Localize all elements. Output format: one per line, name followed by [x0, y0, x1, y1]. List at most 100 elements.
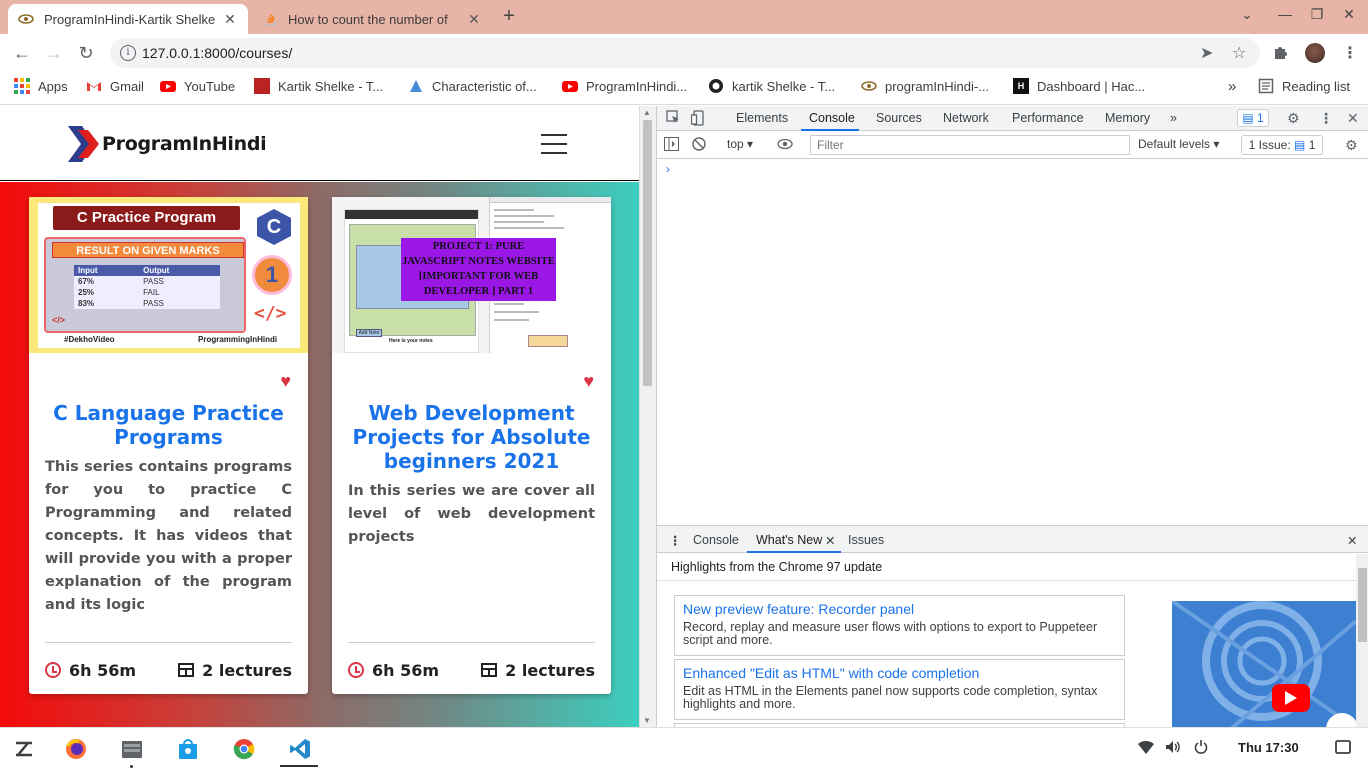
logo-chevron-icon[interactable]	[68, 126, 102, 162]
whats-new-item-title[interactable]: Enhanced "Edit as HTML" with code comple…	[683, 665, 979, 681]
close-devtools-icon[interactable]: ✕	[1347, 110, 1359, 127]
tab-console[interactable]: Console	[809, 111, 855, 125]
power-icon[interactable]	[1194, 740, 1208, 758]
reload-icon[interactable]: ↻	[75, 42, 97, 64]
bookmark-programinhindi[interactable]: programInHindi-...	[861, 78, 989, 94]
system-clock[interactable]: Thu 17:30	[1238, 740, 1299, 755]
tab-search-chevron-icon[interactable]: ⌄	[1236, 6, 1258, 23]
drawer-scrollbar[interactable]	[1356, 554, 1368, 728]
bookmark-gmail[interactable]: Gmail	[86, 78, 144, 94]
drawer-tab-whats-new[interactable]: What's New	[756, 533, 822, 547]
log-levels-select[interactable]: Default levels ▾	[1138, 137, 1219, 151]
tab-sources[interactable]: Sources	[876, 111, 922, 125]
drawer-tab-console[interactable]: Console	[693, 533, 739, 547]
bookmark-youtube[interactable]: YouTube	[160, 78, 235, 94]
console-filter-input[interactable]	[810, 135, 1130, 155]
address-bar[interactable]: i 127.0.0.1:8000/courses/ ➤ ☆	[110, 38, 1260, 68]
favorite-heart-icon[interactable]: ♥	[280, 371, 291, 392]
volume-icon[interactable]	[1165, 740, 1181, 758]
drawer-tab-issues[interactable]: Issues	[848, 533, 884, 547]
close-window-button[interactable]: ✕	[1338, 6, 1360, 23]
settings-gear-icon[interactable]: ⚙	[1287, 110, 1300, 127]
bookmark-favicon-icon	[408, 78, 424, 94]
issues-badge[interactable]: ▤ 1	[1237, 109, 1269, 127]
bookmark-github[interactable]: kartik Shelke - T...	[708, 78, 835, 94]
dropdown-triangle-icon: ▾	[747, 137, 754, 151]
site-logo-text[interactable]: ProgramInHindi	[102, 133, 267, 155]
forward-arrow-icon[interactable]: →	[43, 42, 65, 64]
files-icon[interactable]	[120, 737, 144, 761]
devtools-menu-kebab-icon[interactable]: ⋮	[1319, 110, 1333, 127]
drawer-menu-kebab-icon[interactable]: ⋮	[669, 533, 682, 548]
live-expression-eye-icon[interactable]	[777, 137, 793, 153]
tab-performance[interactable]: Performance	[1012, 111, 1084, 125]
page-scrollbar[interactable]: ▲ ▼	[639, 106, 656, 727]
chrome-icon[interactable]	[232, 737, 256, 761]
inspect-element-icon[interactable]	[666, 110, 680, 127]
favorite-heart-icon[interactable]: ♥	[583, 371, 594, 392]
hamburger-menu-icon[interactable]	[541, 134, 567, 154]
menu-kebab-icon[interactable]: ⋮	[1342, 43, 1358, 63]
console-settings-gear-icon[interactable]: ⚙	[1345, 137, 1358, 154]
more-bookmarks-chevron-icon[interactable]: »	[1228, 78, 1236, 95]
bookmark-label: programInHindi-...	[885, 78, 990, 94]
close-drawer-icon[interactable]: ✕	[1347, 533, 1357, 548]
course-thumbnail[interactable]: Add Note Here is your notes PROJECT 1: P…	[332, 197, 611, 353]
tab-elements[interactable]: Elements	[736, 111, 788, 125]
extensions-puzzle-icon[interactable]	[1272, 43, 1290, 66]
send-tab-icon[interactable]: ➤	[1200, 43, 1213, 63]
course-card-web-dev[interactable]: Add Note Here is your notes PROJECT 1: P…	[332, 197, 611, 694]
tab-close-icon[interactable]: ✕	[466, 11, 482, 28]
whats-new-item[interactable]: Enhanced "Edit as HTML" with code comple…	[674, 659, 1125, 720]
wifi-icon[interactable]	[1138, 740, 1154, 758]
back-arrow-icon[interactable]: ←	[11, 42, 33, 64]
bookmark-star-icon[interactable]: ☆	[1232, 43, 1246, 63]
page-scrollbar-thumb[interactable]	[643, 120, 652, 386]
message-icon: ▤	[1294, 138, 1306, 152]
whats-new-video-thumbnail[interactable]	[1172, 601, 1356, 728]
issues-label: 1 Issue:	[1248, 138, 1291, 152]
new-tab-button[interactable]: +	[498, 5, 520, 28]
reading-list-icon	[1258, 78, 1274, 94]
store-icon[interactable]	[176, 737, 200, 761]
bookmark-characteristic[interactable]: Characteristic of...	[408, 78, 537, 94]
restore-button[interactable]: ❐	[1306, 6, 1328, 23]
tab-programinhindi[interactable]: ProgramInHindi-Kartik Shelke ✕	[8, 4, 248, 34]
whats-new-item[interactable]: New preview feature: Recorder panel Reco…	[674, 595, 1125, 656]
tab-how-to-count[interactable]: How to count the number of ✕	[252, 4, 492, 34]
whats-new-item-title[interactable]: New preview feature: Recorder panel	[683, 601, 914, 617]
course-title[interactable]: Web Development Projects for Absolute be…	[346, 401, 597, 473]
bookmark-apps[interactable]: Apps	[14, 78, 68, 94]
bookmark-programinhindi-yt[interactable]: ProgramInHindi...	[562, 78, 687, 94]
course-card-c-practice[interactable]: C Practice Program RESULT ON GIVEN MARKS…	[29, 197, 308, 694]
tab-network[interactable]: Network	[943, 111, 989, 125]
duration-value: 6h 56m	[69, 660, 137, 680]
clear-console-icon[interactable]	[692, 137, 706, 154]
issues-button[interactable]: 1 Issue: ▤ 1	[1241, 135, 1323, 155]
more-tabs-chevron-icon[interactable]: »	[1170, 111, 1177, 125]
sidebar-toggle-icon[interactable]	[664, 137, 679, 154]
course-thumbnail[interactable]: C Practice Program RESULT ON GIVEN MARKS…	[29, 197, 308, 353]
tab-memory[interactable]: Memory	[1105, 111, 1150, 125]
vscode-icon[interactable]	[288, 737, 312, 761]
launcher-icon[interactable]	[12, 737, 36, 761]
hackerrank-icon: H	[1013, 78, 1029, 94]
tab-close-icon[interactable]: ✕	[222, 11, 238, 28]
bookmark-hackerrank[interactable]: H Dashboard | Hac...	[1013, 78, 1145, 94]
bookmark-kartik-shelke[interactable]: Kartik Shelke - T...	[254, 78, 383, 94]
site-info-icon[interactable]: i	[120, 45, 136, 61]
course-title[interactable]: C Language Practice Programs	[43, 401, 294, 449]
overview-icon[interactable]	[1335, 740, 1351, 758]
drawer-tab-close-icon[interactable]: ✕	[825, 533, 835, 548]
firefox-icon[interactable]	[64, 737, 88, 761]
profile-avatar[interactable]	[1305, 43, 1325, 63]
minimize-button[interactable]: —	[1274, 6, 1296, 22]
thumb-notes-caption: Here is your notes	[389, 338, 433, 344]
reading-list-button[interactable]: Reading list	[1258, 78, 1350, 94]
console-prompt[interactable]: ›	[666, 162, 670, 176]
youtube-icon	[160, 78, 176, 94]
context-select[interactable]: top ▾	[727, 137, 753, 151]
url-text[interactable]: 127.0.0.1:8000/courses/	[142, 45, 292, 61]
device-toolbar-icon[interactable]	[690, 110, 705, 129]
bookmark-label: YouTube	[184, 78, 236, 94]
